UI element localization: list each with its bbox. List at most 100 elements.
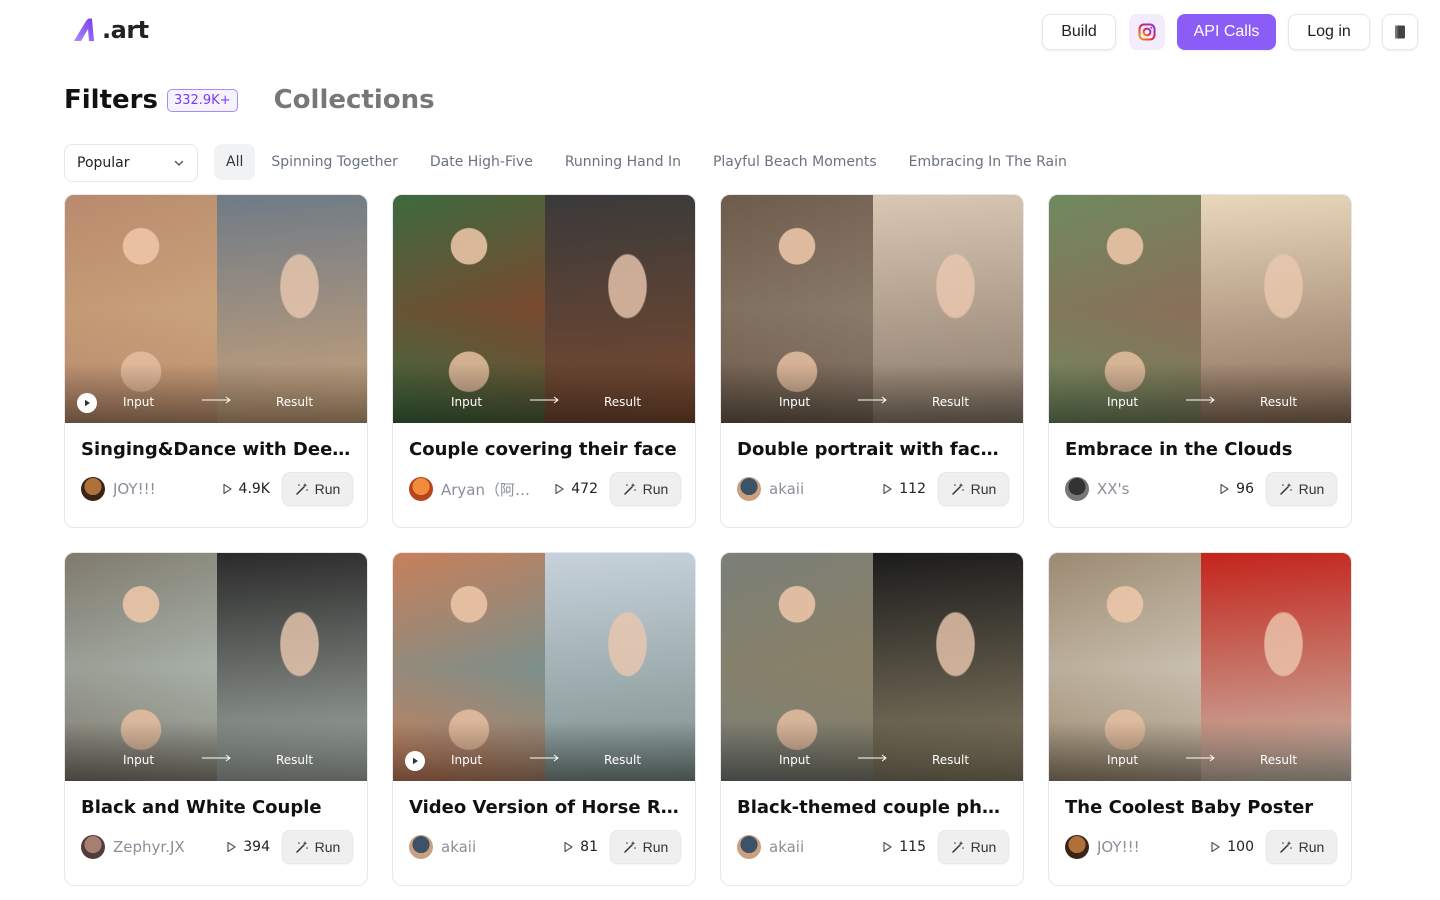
play-icon[interactable] [77,393,97,413]
input-label: Input [1107,395,1139,409]
filter-card[interactable]: Input Result Singing&Dance with Deep Sea… [64,194,368,528]
card-thumbnail[interactable]: Input Result [1049,553,1351,781]
arrow-right-icon [1186,396,1215,404]
category-chip[interactable]: Running Hand In [549,144,697,180]
card-thumbnail[interactable]: Input Result [721,553,1023,781]
arrow-right-icon [858,754,887,762]
filter-card[interactable]: Input Result Double portrait with face t… [720,194,1024,528]
tab-collections[interactable]: Collections [274,85,435,115]
card-title: Black-themed couple photo [737,797,1009,818]
run-count: 394 [225,839,270,855]
card-meta: Aryan（阿扬） 472 Run [409,471,681,507]
filter-card[interactable]: Input Result Video Version of Horse Ridi… [392,552,696,886]
author-avatar[interactable] [81,835,105,859]
author-avatar[interactable] [1065,477,1089,501]
run-count-value: 4.9K [238,481,270,497]
category-chip[interactable]: All [214,144,256,180]
card-thumbnail[interactable]: Input Result [65,195,367,423]
magic-wand-icon [951,841,964,853]
author-name[interactable]: akaii [769,480,804,498]
instagram-button[interactable] [1129,14,1165,50]
run-button[interactable]: Run [610,830,681,864]
card-title: The Coolest Baby Poster [1065,797,1314,818]
filter-card[interactable]: Input Result Black-themed couple photo a… [720,552,1024,886]
magic-wand-icon [951,483,964,495]
author-name[interactable]: JOY!!! [113,480,156,498]
category-chips: All Spinning Together Date High-Five Runnin… [214,144,1083,180]
author-avatar[interactable] [737,477,761,501]
run-count-value: 100 [1227,839,1254,855]
result-label: Result [932,753,970,767]
play-count-icon [883,483,892,495]
run-button[interactable]: Run [610,472,681,506]
run-button-label: Run [970,481,997,497]
arrow-right-icon [858,396,887,404]
input-image-1 [721,195,873,309]
play-icon[interactable] [405,751,425,771]
play-count-icon [227,841,236,853]
run-count: 4.9K [221,481,270,497]
input-label: Input [451,395,483,409]
run-button[interactable]: Run [282,830,353,864]
run-button-label: Run [642,481,669,497]
card-thumbnail[interactable]: Input Result [393,195,695,423]
input-image-1 [1049,553,1201,667]
author-avatar[interactable] [81,477,105,501]
author-avatar[interactable] [409,477,433,501]
build-button[interactable]: Build [1042,14,1116,50]
run-button[interactable]: Run [1266,472,1337,506]
play-count-icon [1211,841,1220,853]
play-count-icon [222,483,232,495]
sort-select[interactable]: Popular [64,144,198,182]
author-name[interactable]: akaii [769,838,804,856]
chevron-down-icon [174,160,184,166]
thumbnail-shade [393,721,695,781]
category-chip[interactable]: Date High-Five [414,144,549,180]
author-name[interactable]: akaii [441,838,476,856]
card-thumbnail[interactable]: Input Result [721,195,1023,423]
run-button[interactable]: Run [938,472,1009,506]
filter-card[interactable]: Input Result Black and White Couple Zeph… [64,552,368,886]
run-count: 112 [881,481,926,497]
tab-filters[interactable]: Filters [64,85,158,115]
input-image-1 [393,195,545,309]
author-name[interactable]: Zephyr.JX [113,838,185,856]
run-count-value: 394 [243,839,270,855]
run-button[interactable]: Run [282,472,353,506]
card-thumbnail[interactable]: Input Result [1049,195,1351,423]
logo[interactable]: .art [72,14,149,46]
instagram-icon [1138,23,1156,41]
input-image-1 [65,195,217,309]
input-label: Input [779,395,811,409]
card-meta: akaii 115 Run [737,829,1009,865]
magic-wand-icon [1279,841,1292,853]
card-meta: JOY!!! 4.9K Run [81,471,353,507]
card-thumbnail[interactable]: Input Result [65,553,367,781]
category-chip[interactable]: Embracing In The Rain [893,144,1083,180]
filter-card[interactable]: Input Result The Coolest Baby Poster JOY… [1048,552,1352,886]
author-name[interactable]: Aryan（阿扬） [441,479,541,500]
author-name[interactable]: XX's [1097,480,1130,498]
run-button[interactable]: Run [1266,830,1337,864]
top-header: .art Build API Calls Log in [0,0,1440,64]
input-label: Input [779,753,811,767]
author-avatar[interactable] [409,835,433,859]
thumbnail-shade [65,363,367,423]
category-chip[interactable]: Playful Beach Moments [697,144,893,180]
book-button[interactable] [1382,14,1418,50]
run-count-value: 81 [580,839,598,855]
author-name[interactable]: JOY!!! [1097,838,1140,856]
category-chip[interactable]: Spinning Together [255,144,413,180]
card-thumbnail[interactable]: Input Result [393,553,695,781]
login-button[interactable]: Log in [1288,14,1370,50]
author-avatar[interactable] [1065,835,1089,859]
card-title: Singing&Dance with Deep Sea [81,439,353,460]
run-button[interactable]: Run [938,830,1009,864]
filter-card-grid: Input Result Singing&Dance with Deep Sea… [64,194,1352,886]
filter-card[interactable]: Input Result Embrace in the Clouds XX's … [1048,194,1352,528]
result-label: Result [932,395,970,409]
filter-card[interactable]: Input Result Couple covering their face … [392,194,696,528]
api-calls-button[interactable]: API Calls [1177,14,1276,50]
author-avatar[interactable] [737,835,761,859]
run-count-value: 96 [1236,481,1254,497]
